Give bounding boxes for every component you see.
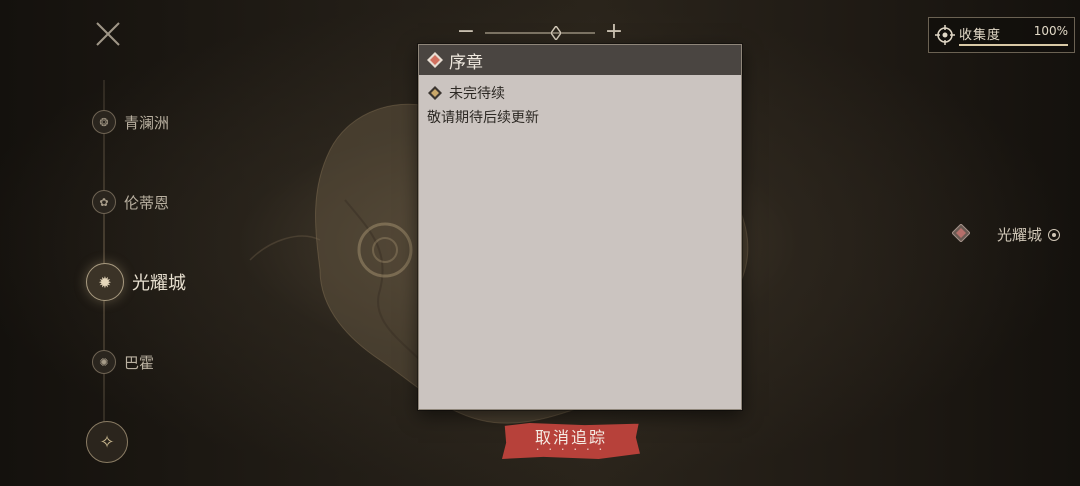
crosshair-icon xyxy=(935,25,955,45)
region-item-bahuo[interactable]: ✺ 巴霍 xyxy=(92,350,154,374)
region-emblem-icon: ❂ xyxy=(92,110,116,134)
region-item-lundien[interactable]: ✿ 伦蒂恩 xyxy=(92,190,169,214)
region-label: 青澜洲 xyxy=(124,113,170,132)
dialog-title: 序章 xyxy=(449,52,483,73)
zoom-track[interactable] xyxy=(485,32,595,34)
region-emblem-icon: ✿ xyxy=(92,190,116,214)
location-label[interactable]: 光耀城 xyxy=(997,224,1061,245)
zoom-control: − + xyxy=(455,21,625,44)
region-item-guangyaocheng[interactable]: ✹ 光耀城 xyxy=(86,263,186,301)
dialog-header: 序章 xyxy=(419,45,741,75)
cancel-tracking-button[interactable]: 取消追踪 • • • • • • xyxy=(502,423,640,459)
zoom-out-button[interactable]: − xyxy=(455,21,477,44)
zoom-slider-thumb[interactable] xyxy=(551,26,561,40)
location-name: 光耀城 xyxy=(997,226,1043,244)
collection-value: 100% xyxy=(1033,24,1068,38)
region-label: 巴霍 xyxy=(124,353,155,372)
collection-label: 收集度 xyxy=(959,28,1002,43)
zoom-in-button[interactable]: + xyxy=(603,21,625,44)
sun-emblem-icon: ✹ xyxy=(86,263,124,301)
quest-description: 敬请期待后续更新 xyxy=(427,110,539,126)
quest-status-row: 未完待续 xyxy=(427,83,733,103)
cancel-tracking-label: 取消追踪 xyxy=(534,427,607,447)
compass-button[interactable]: ✧ xyxy=(86,421,128,463)
cancel-tracking-dots: • • • • • • xyxy=(536,446,606,453)
collection-indicator: 收集度 100% xyxy=(928,17,1075,53)
close-button[interactable] xyxy=(92,18,124,50)
region-emblem-icon: ✺ xyxy=(92,350,116,374)
close-icon xyxy=(96,22,120,46)
quest-status: 未完待续 xyxy=(449,86,505,102)
target-dot-icon xyxy=(1048,228,1061,241)
collection-progress-fill xyxy=(959,44,1068,46)
collection-progress-bar xyxy=(959,44,1068,46)
quest-status-icon xyxy=(428,86,442,100)
location-marker-icon[interactable] xyxy=(952,224,970,242)
region-item-qinglanzhou[interactable]: ❂ 青澜洲 xyxy=(92,110,169,134)
compass-icon: ✧ xyxy=(99,431,115,453)
quest-dialog: 序章 未完待续 敬请期待后续更新 xyxy=(418,44,742,410)
region-label: 伦蒂恩 xyxy=(124,193,170,212)
quest-diamond-icon xyxy=(427,52,443,68)
region-label: 光耀城 xyxy=(132,273,186,294)
